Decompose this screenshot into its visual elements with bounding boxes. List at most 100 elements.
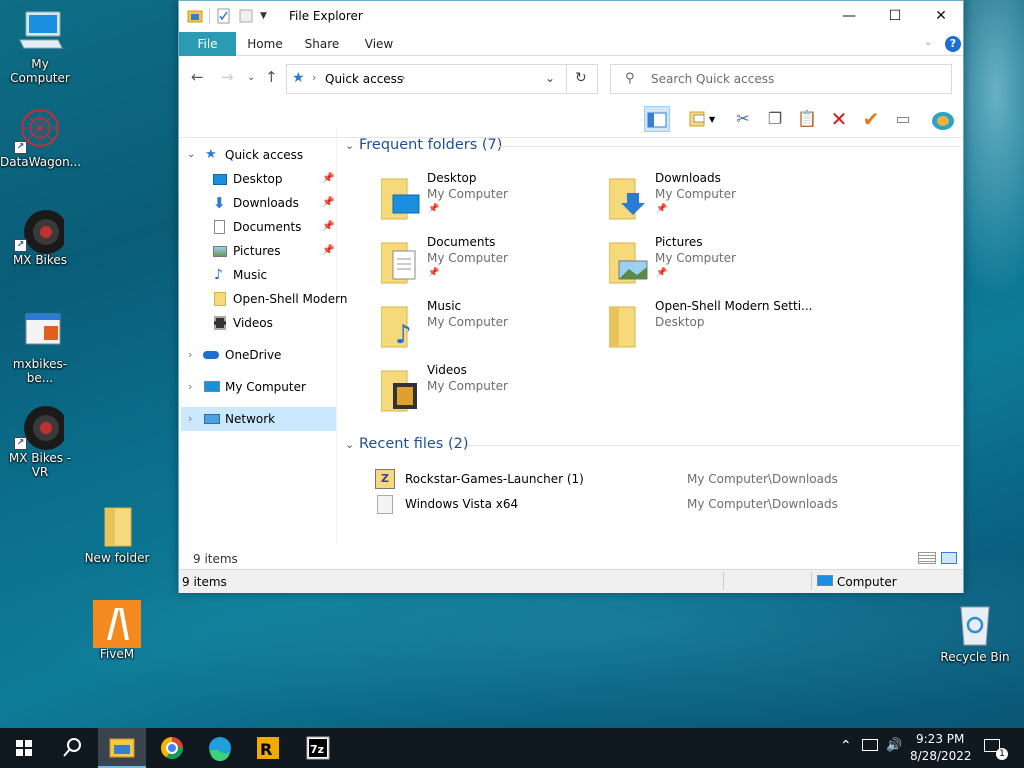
tab-home[interactable]: Home — [239, 32, 291, 56]
nav-item-my-computer[interactable]: › My Computer — [179, 375, 335, 399]
folder-tile-desktop[interactable]: Desktop My Computer 📌 — [380, 171, 601, 231]
computer-icon — [817, 575, 833, 586]
search-box[interactable]: ⚲ Search Quick access — [610, 64, 952, 94]
frequent-folders-header[interactable]: ⌄ Frequent folders (7) — [345, 137, 502, 153]
desktop-icon-my-computer[interactable]: My Computer — [0, 10, 80, 85]
explorer-folder-icon — [187, 8, 203, 24]
tab-view[interactable]: View — [353, 32, 405, 56]
notification-count-badge: 1 — [996, 748, 1008, 760]
nav-label: Downloads — [233, 196, 299, 210]
customize-quick-access-chevron-icon[interactable]: ▼ — [260, 11, 267, 21]
recent-files-header[interactable]: ⌄ Recent files (2) — [345, 436, 469, 452]
quick-access-star-icon: ★ — [292, 70, 305, 86]
properties-icon[interactable] — [216, 8, 232, 24]
address-bar[interactable]: ★ › Quick access › ⌄ ↻ — [286, 64, 598, 94]
chevron-down-icon[interactable]: ⌄ — [187, 143, 195, 167]
desktop-icon-fivem[interactable]: FiveM — [77, 600, 157, 661]
disc-image-icon — [377, 495, 393, 514]
svg-text:R: R — [260, 740, 272, 759]
desktop-icon-mx-bikes[interactable]: ↗ MX Bikes — [0, 206, 80, 267]
pin-icon: 📌 — [428, 204, 440, 214]
chevron-right-icon[interactable]: › — [188, 375, 192, 399]
large-icons-view-icon[interactable] — [941, 552, 957, 564]
download-arrow-icon: ⬇ — [213, 194, 226, 212]
maximize-button[interactable]: ☐ — [872, 1, 918, 32]
nav-item-music[interactable]: ♪ Music — [179, 263, 335, 287]
back-arrow-icon[interactable]: ← — [191, 68, 204, 86]
refresh-icon[interactable]: ↻ — [575, 70, 587, 86]
breadcrumb-quick-access[interactable]: Quick access — [325, 72, 403, 86]
recent-file-row[interactable]: Windows Vista x64 My Computer\Downloads — [367, 494, 957, 516]
folder-tile-downloads[interactable]: Downloads My Computer 📌 — [608, 171, 829, 231]
folder-icon — [214, 292, 226, 306]
chevron-right-icon[interactable]: › — [188, 407, 192, 431]
nav-item-quick-access[interactable]: ⌄ ★ Quick access — [179, 143, 335, 167]
file-explorer-window: ▼ File Explorer — ☐ ✕ File Home Share Vi… — [178, 0, 964, 593]
folder-location: My Computer — [655, 187, 736, 201]
folder-tile-documents[interactable]: Documents My Computer 📌 — [380, 235, 601, 295]
folder-tile-videos[interactable]: Videos My Computer — [380, 363, 601, 423]
chrome-icon[interactable] — [148, 728, 196, 768]
nav-item-videos[interactable]: Videos — [179, 311, 335, 335]
rockstar-launcher-icon[interactable]: R — [244, 728, 292, 768]
folder-location: My Computer — [655, 251, 736, 265]
recycle-bin-icon — [951, 603, 999, 647]
desktop-icon-datawagon[interactable]: ↗ DataWagon... — [0, 108, 81, 169]
tab-file[interactable]: File — [179, 32, 236, 56]
status-bar: 9 items Computer — [179, 569, 963, 593]
tab-share[interactable]: Share — [296, 32, 348, 56]
pin-icon: 📌 — [322, 221, 335, 232]
show-hidden-icons-chevron-icon[interactable]: ⌃ — [840, 738, 852, 754]
clock-time[interactable]: 9:23 PM — [916, 732, 964, 746]
desktop-icon-label: mxbikes-be... — [12, 357, 68, 385]
nav-item-onedrive[interactable]: › OneDrive — [179, 343, 335, 367]
chevron-right-icon[interactable]: › — [188, 343, 192, 367]
up-arrow-icon[interactable]: ↑ — [265, 68, 278, 86]
desktop-icon-label: MX Bikes — [12, 253, 68, 267]
new-folder-quick-icon[interactable] — [238, 8, 254, 24]
folder-location: My Computer — [427, 251, 508, 265]
search-icon[interactable] — [48, 728, 96, 768]
folder-name: Videos — [427, 363, 467, 377]
forward-arrow-icon[interactable]: → — [221, 68, 234, 86]
title-bar[interactable]: ▼ File Explorer — ☐ ✕ — [179, 1, 963, 32]
nav-item-documents[interactable]: Documents 📌 — [179, 215, 335, 239]
network-status-icon[interactable] — [862, 739, 878, 751]
computer-icon — [204, 381, 220, 392]
recent-locations-chevron-icon[interactable]: ⌄ — [247, 72, 255, 83]
nav-item-downloads[interactable]: ⬇ Downloads 📌 — [179, 191, 335, 215]
desktop-icon-mxbikes-be[interactable]: mxbikes-be... — [0, 310, 80, 385]
section-title: Recent files (2) — [359, 436, 469, 452]
pictures-folder-icon — [608, 241, 648, 284]
expand-ribbon-chevron-icon[interactable]: ⌄ — [924, 37, 932, 48]
desktop-icon-recycle-bin[interactable]: Recycle Bin — [935, 603, 1015, 664]
breadcrumb-separator-icon[interactable]: › — [401, 71, 405, 84]
address-dropdown-chevron-icon[interactable]: ⌄ — [545, 71, 555, 85]
folder-tile-pictures[interactable]: Pictures My Computer 📌 — [608, 235, 829, 295]
details-view-icon[interactable] — [918, 552, 936, 564]
start-windows-icon[interactable] — [0, 728, 48, 768]
minimize-button[interactable]: — — [826, 1, 872, 32]
desktop-icon-mx-bikes-vr[interactable]: ↗ MX Bikes - VR — [0, 404, 80, 479]
clock-date[interactable]: 8/28/2022 — [910, 749, 972, 763]
7zip-icon[interactable]: 7z — [294, 728, 342, 768]
file-name: Windows Vista x64 — [405, 497, 519, 511]
folder-tile-open-shell[interactable]: Open-Shell Modern Setti... Desktop — [608, 299, 829, 359]
folder-icon — [93, 504, 141, 548]
file-explorer-taskbar-icon[interactable] — [98, 728, 146, 768]
recent-file-row[interactable]: Z Rockstar-Games-Launcher (1) My Compute… — [367, 469, 957, 491]
folder-tile-music[interactable]: ♪ Music My Computer — [380, 299, 601, 359]
nav-item-pictures[interactable]: Pictures 📌 — [179, 239, 335, 263]
edge-icon[interactable] — [196, 728, 244, 768]
pin-icon: 📌 — [428, 268, 440, 278]
desktop-icon-new-folder[interactable]: New folder — [77, 504, 157, 565]
file-location: My Computer\Downloads — [687, 472, 838, 486]
computer-icon — [16, 10, 64, 54]
nav-item-desktop[interactable]: Desktop 📌 — [179, 167, 335, 191]
help-icon[interactable]: ? — [945, 36, 961, 52]
nav-item-open-shell[interactable]: Open-Shell Modern — [179, 287, 348, 311]
volume-icon[interactable]: 🔊 — [886, 738, 902, 753]
chevron-down-icon: ⌄ — [345, 438, 355, 451]
nav-item-network[interactable]: › Network — [181, 407, 336, 431]
close-button[interactable]: ✕ — [918, 1, 964, 32]
